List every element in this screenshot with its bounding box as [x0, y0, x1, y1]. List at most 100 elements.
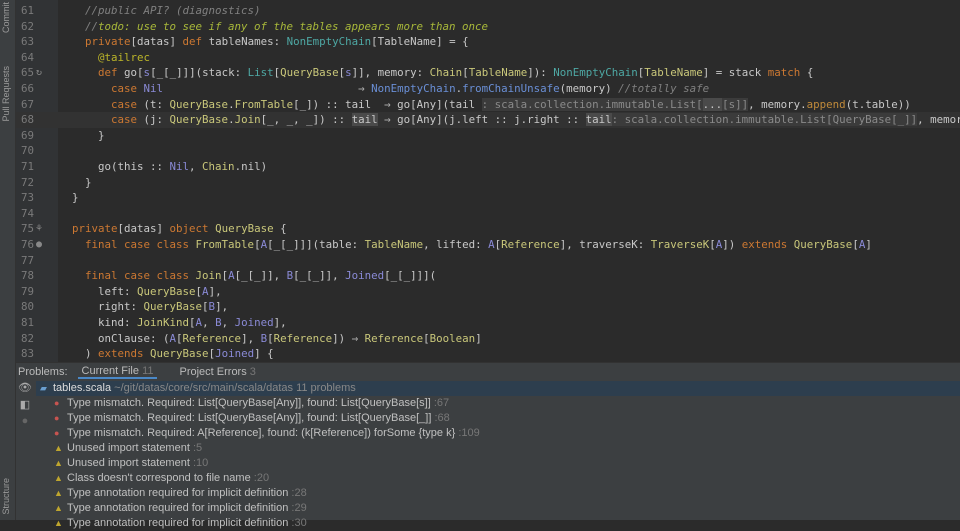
code-line[interactable]: 68 case (j: QueryBase.Join[_, _, _]) :: …: [16, 112, 960, 128]
code-token: final case class: [85, 269, 190, 283]
line-number: 73: [20, 191, 34, 205]
code-line[interactable]: 77: [16, 253, 960, 269]
code-line[interactable]: 73 }: [16, 190, 960, 206]
code-token: ,: [221, 316, 235, 329]
problem-item[interactable]: ● Type mismatch. Required: A[Reference], …: [36, 426, 960, 441]
code-line[interactable]: 76 ● final case class FromTable[A[_[_]]](…: [16, 237, 960, 253]
tab-current-file[interactable]: Current File 11: [77, 364, 158, 379]
code-line[interactable]: 65 ↻ def go[s[_[_]]](stack: List[QueryBas…: [16, 65, 960, 81]
code-token: TableName: [644, 66, 703, 80]
problem-text: Type annotation required for implicit de…: [67, 517, 289, 529]
code-line[interactable]: 72 }: [16, 175, 960, 191]
tab-project-errors[interactable]: Project Errors 3: [175, 366, 259, 378]
line-number: 80: [20, 300, 34, 314]
code-token: TableName: [468, 66, 528, 80]
problem-item[interactable]: ▲ Type annotation required for implicit d…: [36, 516, 960, 531]
code-token: NonEmptyChain: [553, 66, 638, 80]
code-text: }: [59, 190, 79, 206]
code-text: onClause: (A[Reference], B[Reference]) ⇒…: [59, 331, 482, 347]
code-text: }: [59, 128, 105, 144]
code-line[interactable]: 82 onClause: (A[Reference], B[Reference]…: [16, 331, 960, 347]
code-token: [_, _, _]) ::: [260, 113, 352, 127]
code-token: [_[_]]](table:: [267, 238, 365, 251]
code-line[interactable]: 67 case (t: QueryBase.FromTable[_]) :: t…: [16, 97, 960, 113]
code-token: go(this ::: [59, 160, 170, 173]
code-token: ]): [722, 238, 742, 251]
gutter-marker-icon[interactable]: ⚘: [36, 221, 42, 237]
problem-item[interactable]: ▲ Unused import statement :10: [36, 456, 960, 471]
code-token: Nil: [143, 82, 164, 95]
code-token: @tailrec: [98, 50, 151, 64]
error-icon: ●: [54, 413, 60, 423]
gutter-marker-icon[interactable]: ●: [36, 237, 42, 253]
code-token: [s]]: [722, 97, 749, 111]
code-line[interactable]: 70: [16, 143, 960, 159]
code-line[interactable]: 63 private[datas] def tableNames: NonEmp…: [16, 34, 960, 50]
code-token: NonEmptyChain: [371, 82, 456, 95]
code-text: private[datas] object QueryBase {: [59, 221, 287, 237]
code-token: match: [767, 66, 801, 80]
code-editor[interactable]: 61 //public API? (diagnostics) 62 //todo:…: [16, 3, 960, 362]
gutter-marker-icon[interactable]: ↻: [36, 65, 42, 81]
code-line[interactable]: 66 case Nil ⇒ NonEmptyChain.fromChainUns…: [16, 81, 960, 97]
error-icon: ●: [54, 428, 60, 438]
code-token: tail: [351, 113, 378, 127]
problem-item[interactable]: ▲ Type annotation required for implicit d…: [36, 486, 960, 501]
tab-count: 11: [142, 364, 154, 377]
code-line[interactable]: 71 go(this :: Nil, Chain.nil): [16, 159, 960, 175]
pull-requests-tool-tab[interactable]: Pull Requests: [1, 66, 11, 122]
settings-dot-icon[interactable]: ●: [16, 415, 34, 432]
code-line[interactable]: 80 right: QueryBase[B],: [16, 299, 960, 315]
eye-icon[interactable]: 👁: [16, 381, 34, 398]
code-token: ] {: [254, 347, 274, 361]
code-token: : scala.collection.immutable.List[: [481, 97, 703, 111]
line-number: 79: [20, 284, 34, 298]
line-number: 64: [20, 50, 34, 64]
code-line[interactable]: 75 ⚘ private[datas] object QueryBase {: [16, 221, 960, 237]
code-line[interactable]: 78 final case class Join[A[_[_]], B[_[_]…: [16, 268, 960, 284]
code-token: case: [111, 113, 138, 127]
problem-text: Unused import statement: [67, 457, 190, 469]
commit-tool-tab[interactable]: Commit: [1, 2, 11, 33]
line-number: 75: [20, 222, 34, 236]
code-token: [_]) :: tail ⇒ go[Any](tail: [293, 97, 482, 111]
code-line[interactable]: 81 kind: JoinKind[A, B, Joined],: [16, 315, 960, 331]
code-line[interactable]: 64 @tailrec: [16, 50, 960, 66]
code-token: QueryBase: [169, 97, 229, 111]
preview-pane-icon[interactable]: ◧: [16, 398, 34, 415]
code-line[interactable]: 61 //public API? (diagnostics): [16, 3, 960, 19]
code-token: ],: [215, 300, 229, 314]
problem-item[interactable]: ▲ Unused import statement :5: [36, 441, 960, 456]
warning-icon: ▲: [54, 518, 63, 528]
problem-text: Class doesn't correspond to file name: [67, 472, 251, 484]
code-text: case (t: QueryBase.FromTable[_]) :: tail…: [59, 97, 911, 113]
code-line[interactable]: 69 }: [16, 128, 960, 144]
structure-tool-tab[interactable]: Structure: [1, 478, 11, 515]
code-token: onClause: (: [59, 331, 170, 345]
line-number: 62: [20, 19, 34, 33]
code-line[interactable]: 74: [16, 206, 960, 222]
code-token: Joined: [215, 347, 255, 361]
code-token: Nil: [169, 160, 190, 173]
line-number: 69: [20, 128, 34, 142]
code-token: (t.table)): [845, 97, 911, 111]
code-token: ,: [189, 160, 203, 173]
problems-file-row[interactable]: ▰ tables.scala ~/git/datas/core/src/main/…: [36, 381, 960, 396]
warning-icon: ▲: [54, 488, 63, 498]
code-line[interactable]: 62 //todo: use to see if any of the tabl…: [16, 19, 960, 35]
code-line[interactable]: 79 left: QueryBase[A],: [16, 284, 960, 300]
problem-item[interactable]: ● Type mismatch. Required: List[QueryBase…: [36, 396, 960, 411]
problem-item[interactable]: ● Type mismatch. Required: List[QueryBase…: [36, 411, 960, 426]
code-token: [_[_]],: [234, 269, 287, 283]
code-token: [TableName] = {: [371, 35, 469, 49]
code-token: tableNames:: [202, 35, 287, 49]
code-token: ⇒ go[Any](j.left :: j.right ::: [377, 113, 586, 127]
code-token: ]: [865, 238, 872, 251]
code-token: FromTable: [195, 238, 255, 251]
problem-item[interactable]: ▲ Class doesn't correspond to file name :…: [36, 471, 960, 486]
problem-item[interactable]: ▲ Type annotation required for implicit d…: [36, 501, 960, 516]
code-token: QueryBase: [169, 113, 229, 127]
code-line[interactable]: 83 ) extends QueryBase[Joined] {: [16, 346, 960, 362]
